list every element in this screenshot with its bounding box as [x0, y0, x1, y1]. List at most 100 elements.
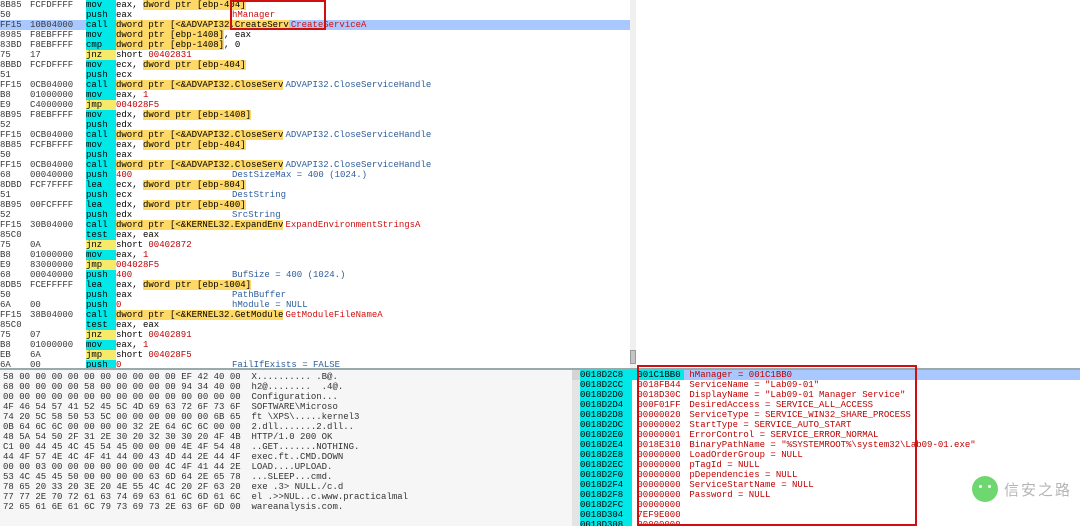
- disasm-row[interactable]: 52 push edxSrcString: [0, 210, 634, 220]
- hexdump-row[interactable]: 00 00 00 00 00 00 00 00 00 00 00 00 00 0…: [3, 392, 569, 402]
- disasm-row[interactable]: FF15 0CB04000 call dword ptr [<&ADVAPI32…: [0, 80, 634, 90]
- hexdump-pane[interactable]: 58 00 00 00 00 00 00 00 00 00 00 EF 42 4…: [0, 368, 572, 526]
- disasm-row[interactable]: B8 01000000 mov eax, 1: [0, 90, 634, 100]
- hex-col: [30, 210, 86, 220]
- hexdump-row[interactable]: 44 4F 57 4E 4C 4F 41 44 00 43 4D 44 2E 4…: [3, 452, 569, 462]
- mnemonic: mov: [86, 140, 116, 150]
- addr-col: FF15: [0, 220, 30, 230]
- addr-col: FF15: [0, 160, 30, 170]
- stack-value: 0018D30C: [632, 390, 684, 400]
- stack-row[interactable]: 0018D304 7EF9E000: [580, 510, 1080, 520]
- hexdump-row[interactable]: 00 00 03 00 00 00 00 00 00 00 4C 4F 41 4…: [3, 462, 569, 472]
- disasm-row[interactable]: 52 push edx: [0, 120, 634, 130]
- stack-row[interactable]: 0018D2E0 00000001 ErrorControl = SERVICE…: [580, 430, 1080, 440]
- disasm-row[interactable]: 8B95 00FCFFFF lea edx, dword ptr [ebp-40…: [0, 200, 634, 210]
- stack-row[interactable]: 0018D2FC 00000000: [580, 500, 1080, 510]
- disasm-row[interactable]: 75 17 jnz short 00402831: [0, 50, 634, 60]
- stack-comment: [684, 520, 689, 526]
- hexdump-row[interactable]: 74 20 5C 58 50 53 5C 00 00 00 00 00 00 6…: [3, 412, 569, 422]
- disasm-row[interactable]: 85C0 test eax, eax: [0, 320, 634, 330]
- hexdump-row[interactable]: 53 4C 45 45 50 00 00 00 00 63 6D 64 2E 6…: [3, 472, 569, 482]
- disasm-row[interactable]: 8BBD FCFDFFFF mov ecx, dword ptr [ebp-40…: [0, 60, 634, 70]
- hexdump-row[interactable]: 68 00 00 00 00 58 00 00 00 00 00 94 34 4…: [3, 382, 569, 392]
- stack-row[interactable]: 0018D2E8 00000000 LoadOrderGroup = NULL: [580, 450, 1080, 460]
- stack-value: 00000001: [632, 430, 684, 440]
- disasm-row[interactable]: 8B85 FCFDFFFF mov eax, dword ptr [ebp-40…: [0, 0, 634, 10]
- disasm-row[interactable]: B8 01000000 mov eax, 1: [0, 340, 634, 350]
- stack-row[interactable]: 0018D2D4 000F01FF DesiredAccess = SERVIC…: [580, 400, 1080, 410]
- disasm-row[interactable]: B8 01000000 mov eax, 1: [0, 250, 634, 260]
- operands: 0: [116, 360, 230, 368]
- stack-row[interactable]: 0018D2EC 00000000 pTagId = NULL: [580, 460, 1080, 470]
- stack-row[interactable]: 0018D2CC 0018FB44 ServiceName = "Lab09-0…: [580, 380, 1080, 390]
- disasm-row[interactable]: FF15 0CB04000 call dword ptr [<&ADVAPI32…: [0, 130, 634, 140]
- pane-splitter[interactable]: [572, 368, 580, 526]
- operands: eax, 1: [116, 340, 230, 350]
- disasm-row[interactable]: EB 6A jmp short 004028F5: [0, 350, 634, 360]
- hexdump-row[interactable]: 4F 46 54 57 41 52 45 5C 4D 69 63 72 6F 7…: [3, 402, 569, 412]
- comment: [230, 350, 232, 360]
- disasm-row[interactable]: 50 push eax: [0, 150, 634, 160]
- stack-row[interactable]: 0018D308 00000000: [580, 520, 1080, 526]
- hex-col: 0CB04000: [30, 130, 86, 140]
- disasm-row[interactable]: 68 00040000 push 400DestSizeMax = 400 (1…: [0, 170, 634, 180]
- disasm-row[interactable]: 8DB5 FCEFFFFF lea eax, dword ptr [ebp-10…: [0, 280, 634, 290]
- hex-col: 00040000: [30, 270, 86, 280]
- mnemonic: cmp: [86, 40, 116, 50]
- stack-row[interactable]: 0018D2E4 0018E310 BinaryPathName = "%SYS…: [580, 440, 1080, 450]
- stack-row[interactable]: 0018D2F4 00000000 ServiceStartName = NUL…: [580, 480, 1080, 490]
- stack-row[interactable]: 0018D2D0 0018D30C DisplayName = "Lab09-0…: [580, 390, 1080, 400]
- disasm-row[interactable]: FF15 10B04000 call dword ptr [<&ADVAPI32…: [0, 20, 634, 30]
- hexdump-row[interactable]: 72 65 61 6E 61 6C 79 73 69 73 2E 63 6F 6…: [3, 502, 569, 512]
- mnemonic: mov: [86, 60, 116, 70]
- operands: dword ptr [ebp-1408], eax: [116, 30, 251, 40]
- disasm-row[interactable]: 85C0 test eax, eax: [0, 230, 634, 240]
- addr-col: 52: [0, 210, 30, 220]
- disasm-row[interactable]: 8B95 F8EBFFFF mov edx, dword ptr [ebp-14…: [0, 110, 634, 120]
- hexdump-row[interactable]: 48 5A 54 50 2F 31 2E 30 20 32 30 30 20 4…: [3, 432, 569, 442]
- operands: eax: [116, 10, 230, 20]
- mnemonic: push: [86, 70, 116, 80]
- disasm-row[interactable]: 75 07 jnz short 00402891: [0, 330, 634, 340]
- hexdump-row[interactable]: 77 77 2E 70 72 61 63 74 69 63 61 6C 6D 6…: [3, 492, 569, 502]
- stack-comment: StartType = SERVICE_AUTO_START: [684, 420, 851, 430]
- disasm-row[interactable]: 50 push eaxPathBuffer: [0, 290, 634, 300]
- disasm-row[interactable]: 51 push ecxDestString: [0, 190, 634, 200]
- disassembly-pane[interactable]: 8B85 FCFDFFFF mov eax, dword ptr [ebp-40…: [0, 0, 635, 368]
- stack-pane[interactable]: 0018D2C8 001C1BB0 hManager = 001C1BB0001…: [580, 368, 1080, 526]
- disasm-row[interactable]: 6A 00 push 0hModule = NULL: [0, 300, 634, 310]
- operands: ecx, dword ptr [ebp-804]: [116, 180, 246, 190]
- disasm-row[interactable]: 75 0A jnz short 00402872: [0, 240, 634, 250]
- disasm-row[interactable]: E9 C4000000 jmp 004028F5: [0, 100, 634, 110]
- hexdump-row[interactable]: 78 65 20 33 20 3E 20 4E 55 4C 4C 20 2F 6…: [3, 482, 569, 492]
- mnemonic: test: [86, 230, 116, 240]
- stack-row[interactable]: 0018D2F8 00000000 Password = NULL: [580, 490, 1080, 500]
- disasm-row[interactable]: 68 00040000 push 400BufSize = 400 (1024.…: [0, 270, 634, 280]
- stack-row[interactable]: 0018D2DC 00000002 StartType = SERVICE_AU…: [580, 420, 1080, 430]
- hexdump-row[interactable]: C1 00 44 45 4C 45 54 45 00 00 00 4E 4F 5…: [3, 442, 569, 452]
- disasm-row[interactable]: FF15 38B04000 call dword ptr [<&KERNEL32…: [0, 310, 634, 320]
- disasm-row[interactable]: 6A 00 push 0FailIfExists = FALSE: [0, 360, 634, 368]
- scrollbar-thumb[interactable]: [630, 350, 636, 364]
- disasm-row[interactable]: 8985 F8EBFFFF mov dword ptr [ebp-1408], …: [0, 30, 634, 40]
- comment: ExpandEnvironmentStringsA: [283, 220, 420, 230]
- disasm-row[interactable]: 51 push ecx: [0, 70, 634, 80]
- disasm-row[interactable]: E9 83000000 jmp 004028F5: [0, 260, 634, 270]
- disasm-row[interactable]: FF15 30B04000 call dword ptr [<&KERNEL32…: [0, 220, 634, 230]
- addr-col: E9: [0, 100, 30, 110]
- disasm-row[interactable]: FF15 0CB04000 call dword ptr [<&ADVAPI32…: [0, 160, 634, 170]
- hex-col: 10B04000: [30, 20, 86, 30]
- hex-col: FCFDFFFF: [30, 60, 86, 70]
- disasm-row[interactable]: 8DBD FCF7FFFF lea ecx, dword ptr [ebp-80…: [0, 180, 634, 190]
- stack-row[interactable]: 0018D2C8 001C1BB0 hManager = 001C1BB0: [580, 370, 1080, 380]
- disassembly-scrollbar[interactable]: [630, 0, 636, 368]
- addr-col: FF15: [0, 310, 30, 320]
- disasm-row[interactable]: 50 push eaxhManager: [0, 10, 634, 20]
- stack-row[interactable]: 0018D2F0 00000000 pDependencies = NULL: [580, 470, 1080, 480]
- operands: eax, 1: [116, 90, 230, 100]
- disasm-row[interactable]: 83BD F8EBFFFF cmp dword ptr [ebp-1408], …: [0, 40, 634, 50]
- hexdump-row[interactable]: 0B 64 6C 6C 00 00 00 00 32 2E 64 6C 6C 0…: [3, 422, 569, 432]
- stack-row[interactable]: 0018D2D8 00000020 ServiceType = SERVICE_…: [580, 410, 1080, 420]
- disasm-row[interactable]: 8B85 FCFBFFFF mov eax, dword ptr [ebp-40…: [0, 140, 634, 150]
- hexdump-row[interactable]: 58 00 00 00 00 00 00 00 00 00 00 EF 42 4…: [3, 372, 569, 382]
